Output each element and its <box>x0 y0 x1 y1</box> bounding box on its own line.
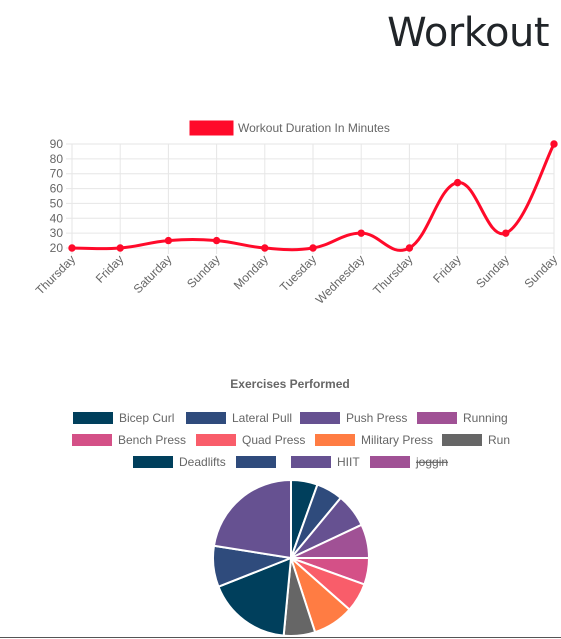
x-tick-label: Tuesday <box>277 252 319 294</box>
legend-label[interactable]: Bicep Curl <box>119 411 174 425</box>
legend-swatch[interactable] <box>315 434 355 446</box>
legend-swatch[interactable] <box>186 412 226 424</box>
y-tick-label: 70 <box>50 167 64 181</box>
exercises-pie-chart: Exercises Performed Bicep Curl Lateral Pu… <box>72 377 510 636</box>
data-point[interactable] <box>309 244 317 252</box>
x-tick-label: Thursday <box>33 252 78 297</box>
legend-swatch[interactable] <box>236 456 276 468</box>
pie-chart-title: Exercises Performed <box>230 377 349 391</box>
data-point[interactable] <box>453 178 462 187</box>
legend-label[interactable]: Quad Press <box>242 433 305 447</box>
bottom-divider <box>0 637 561 638</box>
legend-swatch[interactable] <box>300 412 340 424</box>
x-tick-label: Monday <box>231 252 271 292</box>
legend-swatch[interactable] <box>370 456 410 468</box>
x-tick-label: Friday <box>93 252 126 285</box>
line-chart-legend[interactable]: Workout Duration In Minutes <box>189 120 390 136</box>
data-point[interactable] <box>357 229 365 237</box>
legend-swatch[interactable] <box>73 412 113 424</box>
legend-label[interactable]: Lateral Pull <box>232 411 292 425</box>
legend-label[interactable]: Military Press <box>361 433 433 447</box>
line-chart-grid <box>66 143 555 254</box>
y-tick-label: 50 <box>50 196 64 210</box>
x-tick-label: Sunday <box>521 252 560 291</box>
y-tick-label: 60 <box>50 182 64 196</box>
x-tick-label: Thursday <box>370 252 415 297</box>
legend-label-workout-duration[interactable]: Workout Duration In Minutes <box>238 121 390 135</box>
legend-swatch-workout-duration[interactable] <box>189 120 234 136</box>
workout-duration-line-chart: Workout Duration In Minutes 203040506070… <box>33 120 560 307</box>
data-point[interactable] <box>502 229 510 237</box>
legend-swatch[interactable] <box>72 434 112 446</box>
data-point[interactable] <box>212 236 221 245</box>
legend-label[interactable]: Run <box>488 433 510 447</box>
legend-label[interactable]: joggin <box>415 455 448 469</box>
x-tick-label: Friday <box>430 252 463 285</box>
pie-slice[interactable] <box>212 478 292 560</box>
line-chart-x-ticks: Thursday Friday Saturday Sunday Monday Tuesda… <box>33 252 560 307</box>
y-tick-label: 20 <box>50 241 64 255</box>
legend-swatch[interactable] <box>417 412 457 424</box>
y-tick-label: 30 <box>50 226 64 240</box>
legend-swatch[interactable] <box>133 456 173 468</box>
data-point[interactable] <box>261 244 269 252</box>
legend-label[interactable]: Running <box>463 411 508 425</box>
legend-swatch[interactable] <box>291 456 331 468</box>
legend-label[interactable]: Push Press <box>346 411 407 425</box>
data-point[interactable] <box>68 244 76 252</box>
pie-chart-legend: Bicep Curl Lateral Pull Push Press Running B… <box>72 411 510 469</box>
x-tick-label: Sunday <box>184 252 223 291</box>
data-point[interactable] <box>116 244 124 252</box>
legend-swatch[interactable] <box>196 434 236 446</box>
legend-swatch[interactable] <box>442 434 482 446</box>
x-tick-label: Sunday <box>473 252 512 291</box>
data-point[interactable] <box>164 236 173 245</box>
legend-label[interactable]: HIIT <box>337 455 360 469</box>
x-tick-label: Saturday <box>131 252 175 296</box>
page-title: Workout <box>387 10 549 56</box>
y-tick-label: 90 <box>50 137 64 151</box>
data-point[interactable] <box>405 244 414 252</box>
legend-label[interactable]: Bench Press <box>118 433 186 447</box>
y-tick-label: 80 <box>50 152 64 166</box>
pie-chart-slices <box>212 478 371 636</box>
data-point[interactable] <box>550 140 558 148</box>
x-tick-label: Wednesday <box>313 252 368 307</box>
y-tick-label: 40 <box>50 211 64 225</box>
legend-label[interactable]: Deadlifts <box>179 455 226 469</box>
line-chart-y-ticks: 2030405060708090 <box>50 137 64 255</box>
